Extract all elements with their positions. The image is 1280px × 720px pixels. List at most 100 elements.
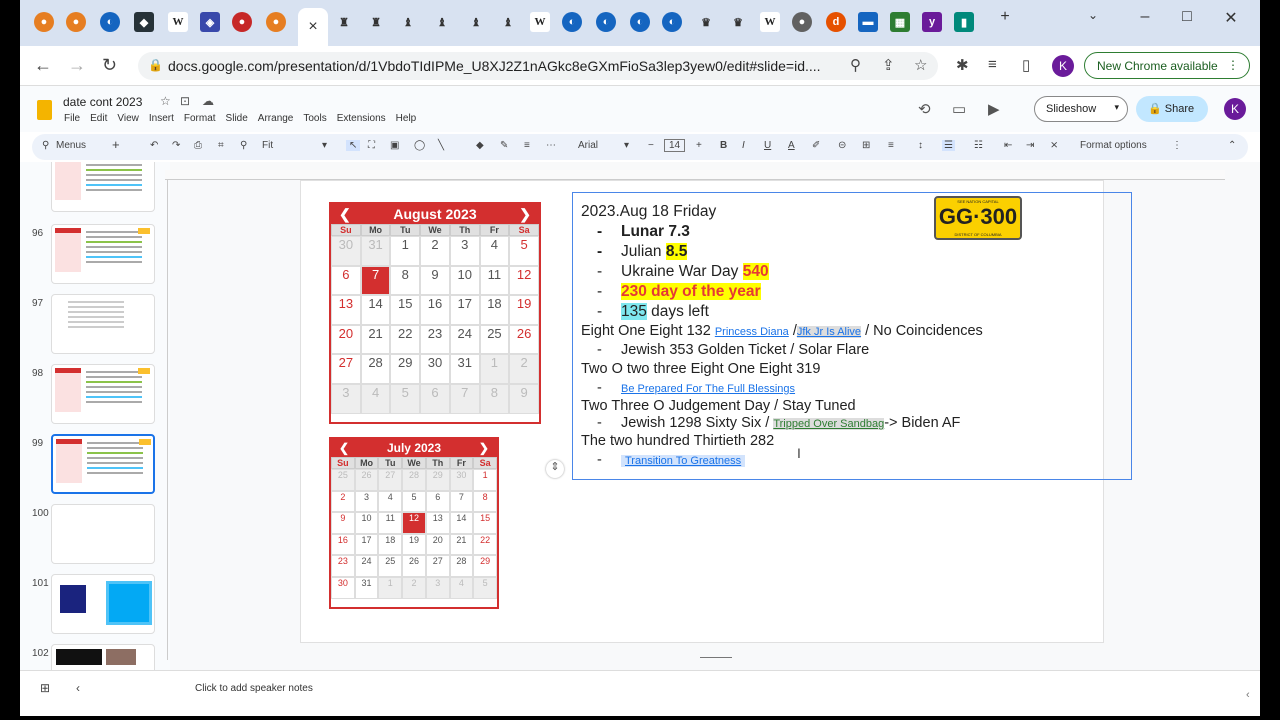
tab-icon[interactable]: d [826,12,846,32]
border-dash-icon[interactable]: ⋯ [546,140,556,151]
slide-thumbnail[interactable] [51,574,155,634]
tab-icon[interactable]: ♝ [398,12,418,32]
menu-help[interactable]: Help [396,113,417,124]
back-icon[interactable]: ← [34,55,52,76]
link[interactable]: Transition To Greatness [621,455,746,467]
link-icon[interactable]: ⊝ [838,140,846,151]
profile-avatar[interactable]: K [1052,55,1074,77]
decrease-indent-icon[interactable]: ⇤ [1004,140,1012,151]
tab-icon[interactable]: ▬ [858,12,878,32]
tab-icon[interactable]: W [760,12,780,32]
tab-icon[interactable]: ▦ [890,12,910,32]
increase-font-icon[interactable]: + [696,140,702,151]
image-icon[interactable]: ▣ [390,140,399,151]
media-icon[interactable]: ≡ [988,56,997,73]
link[interactable]: Be Prepared For The Full Blessings [621,383,795,395]
tab-icon[interactable]: ● [792,12,812,32]
text-box[interactable]: 2023.Aug 18 Friday - Lunar 7.3 - Julian 8.… [572,192,1132,480]
close-window-icon[interactable]: ✕ [1216,8,1246,28]
lock-icon[interactable]: 🔒 [148,58,163,72]
menu-edit[interactable]: Edit [90,113,107,124]
tab-icon[interactable]: ◈ [200,12,220,32]
select-icon[interactable]: ↖ [346,140,361,151]
menu-slide[interactable]: Slide [226,113,248,124]
slideshow-button[interactable]: Slideshow ▾ [1034,96,1128,122]
maximize-icon[interactable]: □ [1172,8,1202,26]
document-title[interactable]: date cont 2023 [63,95,142,109]
resize-handle[interactable] [700,657,732,658]
tab-icon[interactable]: ◐ [662,12,682,32]
paint-format-icon[interactable]: ⌗ [218,140,224,151]
underline-icon[interactable]: U [764,140,771,151]
clear-format-icon[interactable]: ⨯ [1050,140,1058,151]
menu-file[interactable]: File [64,113,80,124]
comment-icon[interactable]: ⊞ [862,140,870,151]
url-bar[interactable]: 🔒 docs.google.com/presentation/d/1VbdoTI… [138,52,938,80]
tab-icon[interactable]: W [530,12,550,32]
slide-thumbnail[interactable] [51,294,155,354]
redo-icon[interactable]: ↷ [172,140,180,151]
tab-icon[interactable]: ◐ [100,12,120,32]
more-icon[interactable]: ⋮ [1172,140,1182,151]
tab-icon[interactable]: ♝ [432,12,452,32]
line-icon[interactable]: ╲ [438,140,444,151]
slide-thumbnail[interactable] [51,224,155,284]
italic-icon[interactable]: I [742,140,745,151]
undo-icon[interactable]: ↶ [150,140,158,151]
font-select[interactable]: Arial [578,140,598,151]
format-options-button[interactable]: Format options [1080,140,1147,151]
decrease-font-icon[interactable]: − [648,140,654,151]
slide-thumbnail[interactable] [51,504,155,564]
slide-thumbnail[interactable] [51,364,155,424]
tab-icon[interactable]: y [922,12,942,32]
bookmark-star-icon[interactable]: ☆ [914,56,927,74]
menu-insert[interactable]: Insert [149,113,174,124]
tab-icon[interactable]: ● [232,12,252,32]
extensions-icon[interactable]: ✱ [956,56,969,74]
collapse-filmstrip-icon[interactable]: ‹ [76,681,80,695]
tab-icon[interactable]: ♝ [466,12,486,32]
cloud-icon[interactable]: ☁ [202,94,214,108]
slide-thumbnail[interactable] [51,644,155,670]
tab-icon[interactable]: ▮ [954,12,974,32]
share-button[interactable]: 🔒 Share [1136,96,1208,122]
move-folder-icon[interactable]: ⊡ [180,94,190,108]
minimize-icon[interactable]: – [1130,8,1160,26]
history-icon[interactable]: ⟲ [918,100,931,118]
border-color-icon[interactable]: ✎ [500,140,508,151]
speaker-notes-placeholder[interactable]: Click to add speaker notes [195,683,313,694]
drag-handle-icon[interactable]: ⇕ [546,460,564,478]
tab-icon[interactable]: ● [66,12,86,32]
align-icon[interactable]: ≡ [888,140,894,151]
dropdown-icon[interactable]: ▾ [322,140,327,151]
new-tab-button[interactable]: + [990,8,1020,26]
slides-logo-icon[interactable] [37,100,52,120]
tab-icon[interactable]: ♜ [366,12,386,32]
new-chrome-button[interactable]: New Chrome available ⋮ [1084,52,1250,79]
tab-close-icon[interactable]: × [308,18,317,36]
shape-icon[interactable]: ◯ [414,140,425,151]
tab-icon[interactable]: ♛ [728,12,748,32]
tab-icon[interactable]: ♜ [334,12,354,32]
tab-icon[interactable]: ◆ [134,12,154,32]
increase-indent-icon[interactable]: ⇥ [1026,140,1034,151]
active-tab[interactable]: × [298,8,328,46]
tab-icon[interactable]: ◐ [562,12,582,32]
side-panel-icon[interactable]: ▯ [1022,56,1030,74]
bulleted-list-icon[interactable]: ☰ [942,140,955,151]
bold-icon[interactable]: B [720,140,727,151]
forward-icon[interactable]: → [68,55,86,76]
slide-thumbnail[interactable] [51,162,155,212]
docs-profile-avatar[interactable]: K [1224,98,1246,120]
collapse-notes-icon[interactable]: ‹ [1246,689,1250,701]
tab-icon[interactable]: ◐ [596,12,616,32]
zoom-icon[interactable]: ⚲ [240,140,247,151]
link[interactable]: Tripped Over Sandbag [773,418,885,430]
menu-extensions[interactable]: Extensions [337,113,386,124]
font-size-input[interactable]: 14 [664,139,686,152]
link[interactable]: Princess Diana [715,326,789,338]
highlight-icon[interactable]: ✐ [812,140,820,151]
menu-view[interactable]: View [117,113,139,124]
menu-tools[interactable]: Tools [303,113,326,124]
zoom-select[interactable]: Fit [262,140,273,151]
